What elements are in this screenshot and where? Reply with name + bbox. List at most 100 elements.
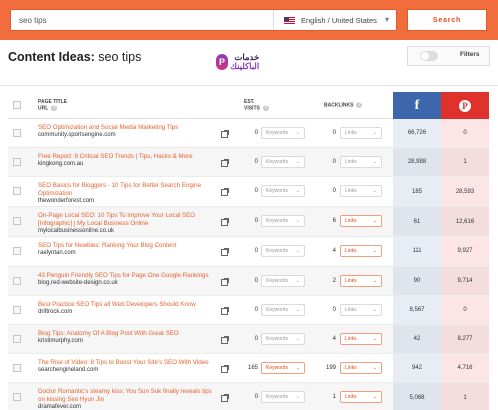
links-dropdown[interactable]: Links ⌄: [340, 391, 382, 404]
keywords-dropdown[interactable]: Keywords ⌄: [261, 215, 305, 228]
row-checkbox[interactable]: [13, 247, 21, 256]
keywords-dropdown[interactable]: Keywords ⌄: [261, 303, 305, 316]
links-dropdown-label: Links: [345, 335, 357, 342]
page-title-link[interactable]: SEO Tips for Newbies: Ranking Your Blog …: [38, 242, 218, 249]
keywords-dropdown[interactable]: Keywords ⌄: [261, 391, 305, 404]
page-title-link[interactable]: Doctor Romantic's steamy kiss: You Sun S…: [38, 388, 218, 403]
row-checkbox[interactable]: [13, 129, 21, 137]
pinterest-column-header[interactable]: P: [441, 92, 489, 119]
external-link-icon[interactable]: [221, 130, 229, 138]
links-dropdown[interactable]: Links ⌄: [340, 245, 382, 258]
page-title-link[interactable]: SEO Basics for Bloggers - 10 Tips for Be…: [38, 182, 218, 197]
keywords-dropdown[interactable]: Keywords ⌄: [261, 156, 305, 169]
search-button[interactable]: Search: [407, 9, 487, 31]
page-title-link[interactable]: SEO Optimization and Social Media Market…: [38, 124, 218, 131]
external-link-icon[interactable]: [221, 159, 229, 168]
facebook-shares-value: 90: [393, 266, 441, 295]
row-checkbox[interactable]: [13, 217, 21, 226]
links-dropdown-label: Links: [345, 188, 357, 195]
links-dropdown-label: Links: [345, 365, 357, 372]
keywords-dropdown-label: Keywords: [266, 188, 288, 195]
links-dropdown[interactable]: Links ⌄: [340, 127, 382, 139]
row-checkbox[interactable]: [13, 158, 21, 167]
page-url: raelyntan.com: [38, 250, 76, 257]
links-dropdown-label: Links: [345, 277, 357, 284]
page-title-link[interactable]: Best Practice SEO Tips all Web Developer…: [38, 301, 218, 308]
chevron-down-icon: ⌄: [372, 335, 377, 342]
watermark-logo: P خدمات الباكلينك: [216, 53, 259, 71]
logo-mark-icon: P: [216, 54, 228, 70]
column-header-page-title[interactable]: PAGE TITLE URL?: [38, 99, 67, 111]
links-dropdown[interactable]: Links ⌄: [340, 215, 382, 228]
chevron-down-icon: ⌄: [372, 130, 377, 136]
filters-label[interactable]: Filters: [460, 51, 480, 58]
external-link-icon[interactable]: [221, 218, 229, 227]
chevron-down-icon: ⌄: [372, 365, 377, 372]
filters-toggle[interactable]: [420, 51, 438, 61]
row-checkbox[interactable]: [13, 364, 21, 373]
keywords-dropdown[interactable]: Keywords ⌄: [261, 185, 305, 198]
help-icon[interactable]: ?: [262, 105, 269, 111]
row-checkbox[interactable]: [13, 305, 21, 314]
links-dropdown-label: Links: [345, 306, 357, 313]
links-dropdown[interactable]: Links ⌄: [340, 274, 382, 287]
keywords-dropdown[interactable]: Keywords ⌄: [261, 274, 305, 287]
external-link-icon[interactable]: [221, 306, 229, 315]
table-body: SEO Optimization and Social Media Market…: [8, 119, 489, 410]
row-checkbox[interactable]: [13, 187, 21, 196]
help-icon[interactable]: ?: [51, 105, 58, 111]
links-dropdown[interactable]: Links ⌄: [340, 303, 382, 316]
select-all-checkbox[interactable]: [13, 101, 21, 109]
est-visits-value: 0: [254, 188, 258, 195]
chevron-down-icon: ⌄: [372, 159, 377, 166]
external-link-icon[interactable]: [221, 365, 229, 374]
page-title-link[interactable]: Free Report: 8 Critical SEO Trends | Tip…: [38, 153, 218, 160]
page-title-link[interactable]: Blog Tips: Anatomy Of A Blog Post With G…: [38, 330, 218, 337]
external-link-icon[interactable]: [221, 277, 229, 286]
row-checkbox[interactable]: [13, 334, 21, 343]
facebook-shares-value: 185: [393, 177, 441, 207]
est-visits-value: 0: [254, 394, 258, 401]
external-link-icon[interactable]: [221, 335, 229, 344]
row-checkbox[interactable]: [13, 276, 21, 285]
links-dropdown[interactable]: Links ⌄: [340, 185, 382, 198]
links-dropdown[interactable]: Links ⌄: [340, 156, 382, 169]
est-visits-value: 0: [254, 335, 258, 342]
facebook-shares-value: 42: [393, 324, 441, 354]
keywords-dropdown[interactable]: Keywords ⌄: [261, 245, 305, 258]
links-dropdown-label: Links: [345, 218, 357, 225]
facebook-shares-value: 28,988: [393, 148, 441, 177]
keywords-dropdown-label: Keywords: [266, 394, 288, 401]
table-row: SEO Basics for Bloggers - 10 Tips for Be…: [8, 177, 489, 208]
keywords-dropdown[interactable]: Keywords ⌄: [261, 362, 305, 375]
keywords-dropdown[interactable]: Keywords ⌄: [261, 332, 305, 345]
row-checkbox[interactable]: [13, 393, 21, 402]
links-dropdown[interactable]: Links ⌄: [340, 332, 382, 345]
facebook-column-header[interactable]: f: [393, 92, 441, 119]
keywords-dropdown[interactable]: Keywords ⌄: [261, 127, 305, 139]
external-link-icon[interactable]: [221, 394, 229, 403]
page-title-link[interactable]: On-Page Local SEO: 10 Tips To Improve Yo…: [38, 212, 218, 227]
pinterest-shares-value: 8,277: [441, 324, 489, 354]
page-title-link[interactable]: 43 Penguin Friendly SEO Tips for Page On…: [38, 272, 218, 279]
external-link-icon[interactable]: [221, 188, 229, 197]
language-label: English / United States: [301, 15, 377, 25]
chevron-down-icon: ⌄: [295, 248, 300, 255]
page-title-link[interactable]: The Rise of Video: 8 Tips to Boost Your …: [38, 359, 218, 366]
search-input[interactable]: [11, 10, 271, 30]
links-dropdown[interactable]: Links ⌄: [340, 362, 382, 375]
search-box: English / United States ▾: [10, 9, 397, 31]
external-link-icon[interactable]: [221, 248, 229, 257]
help-icon[interactable]: ?: [356, 102, 363, 108]
facebook-shares-value: 8,567: [393, 295, 441, 324]
backlinks-value: 0: [332, 306, 336, 313]
column-header-est-visits[interactable]: EST. VISITS?: [244, 99, 269, 111]
column-header-backlinks[interactable]: BACKLINKS?: [324, 102, 363, 108]
language-select[interactable]: English / United States ▾: [273, 10, 397, 30]
chevron-down-icon: ⌄: [295, 365, 300, 372]
page-url: thewonderforest.com: [38, 198, 95, 205]
chevron-down-icon: ⌄: [372, 306, 377, 313]
links-dropdown-label: Links: [345, 248, 357, 255]
backlinks-value: 4: [332, 335, 336, 342]
chevron-down-icon: ⌄: [372, 248, 377, 255]
